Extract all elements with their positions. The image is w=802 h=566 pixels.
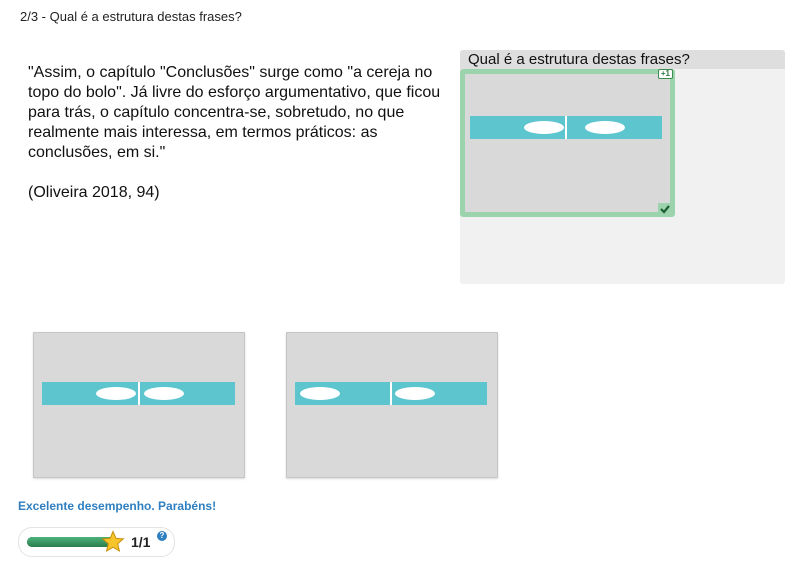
sentence-bar [470, 116, 662, 139]
checkmark-icon [658, 203, 672, 215]
question-panel-title: Qual é a estrutura destas frases? [460, 50, 785, 69]
quote-text: "Assim, o capítulo "Conclusões" surge co… [28, 64, 441, 161]
feedback-message: Excelente desempenho. Parabéns! [18, 499, 217, 513]
points-badge: +1 [657, 69, 673, 79]
sentence-bar [42, 382, 235, 405]
sentence-bar [295, 382, 487, 405]
sentence-ellipse [96, 387, 136, 400]
sentence-ellipse [524, 121, 564, 134]
placed-answer-card[interactable]: +1 [460, 69, 675, 217]
answer-dropzone[interactable]: +1 [460, 69, 675, 217]
score-indicator: 1/1 ? [18, 527, 175, 557]
page-title: 2/3 - Qual é a estrutura destas frases? [20, 9, 242, 24]
option-card-2[interactable] [286, 332, 498, 478]
quote-citation: (Oliveira 2018, 94) [28, 184, 160, 201]
sentence-ellipse [144, 387, 184, 400]
sentence-ellipse [395, 387, 435, 400]
help-icon[interactable]: ? [157, 531, 167, 541]
sentence-ellipse [300, 387, 340, 400]
option-card-1[interactable] [33, 332, 245, 478]
question-panel: Qual é a estrutura destas frases? +1 [460, 50, 785, 284]
star-icon [101, 530, 125, 554]
score-text: 1/1 [131, 534, 151, 550]
quote-block: "Assim, o capítulo "Conclusões" surge co… [28, 63, 448, 203]
sentence-ellipse [585, 121, 625, 134]
